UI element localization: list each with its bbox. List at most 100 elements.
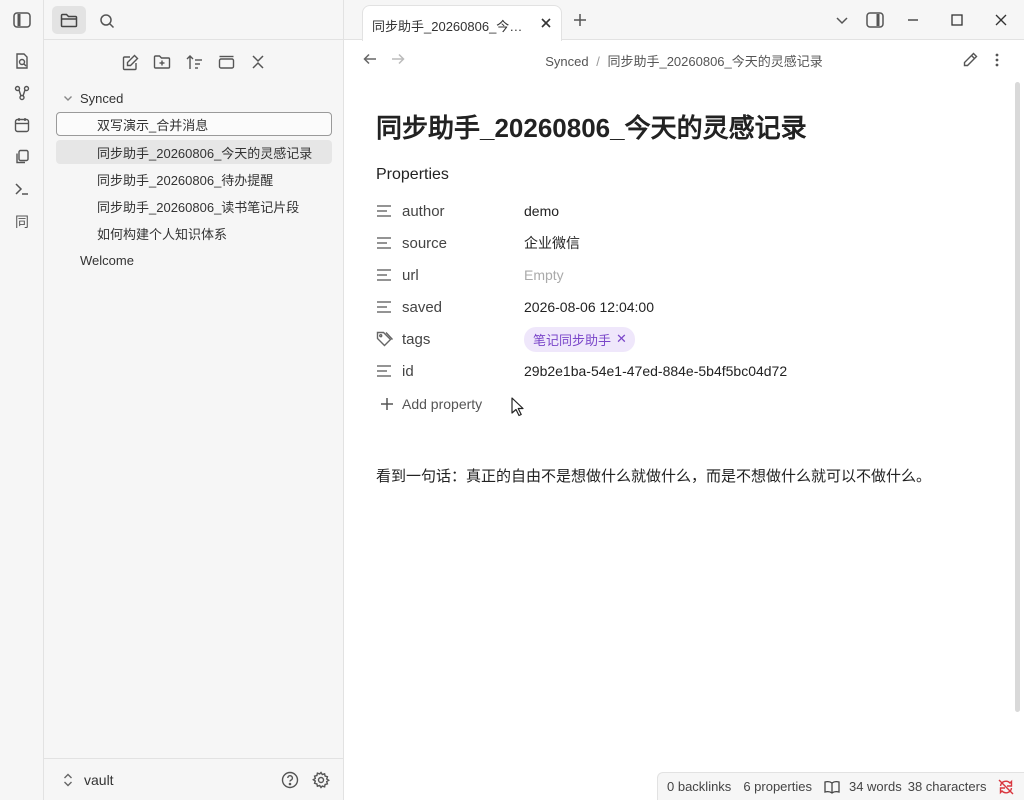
plus-icon xyxy=(381,398,393,410)
pencil-icon xyxy=(963,52,978,67)
add-property-label: Add property xyxy=(402,396,483,412)
property-key[interactable]: saved xyxy=(402,299,524,316)
remove-tag-icon[interactable]: ✕ xyxy=(616,331,627,347)
file-item[interactable]: 同步助手_20260806_待办提醒 xyxy=(56,167,332,191)
property-row-url[interactable]: url Empty xyxy=(376,259,996,291)
file-label: Welcome xyxy=(80,252,134,268)
property-row-source[interactable]: source 企业微信 xyxy=(376,227,996,259)
new-tab-button[interactable] xyxy=(571,11,589,29)
property-value[interactable]: demo xyxy=(524,203,559,219)
terminal-icon[interactable] xyxy=(12,179,32,199)
vault-switcher[interactable] xyxy=(60,771,76,789)
edit-icon xyxy=(122,54,138,70)
property-key[interactable]: id xyxy=(402,363,524,380)
more-options-button[interactable] xyxy=(990,50,1004,70)
property-row-saved[interactable]: saved 2026-08-06 12:04:00 xyxy=(376,291,996,323)
auto-reveal-button[interactable] xyxy=(215,51,237,73)
sync-plugin-icon[interactable]: 同 xyxy=(12,212,32,232)
sync-status-icon[interactable] xyxy=(998,779,1014,795)
backlinks-count[interactable]: 0 backlinks xyxy=(667,779,731,794)
more-vertical-icon xyxy=(995,53,999,67)
property-value[interactable]: 2026-08-06 12:04:00 xyxy=(524,299,654,315)
text-lines-icon xyxy=(376,204,402,218)
word-count[interactable]: 34 words xyxy=(849,779,902,794)
close-tab-button[interactable] xyxy=(538,15,554,31)
property-row-id[interactable]: id 29b2e1ba-54e1-47ed-884e-5b4f5bc04d72 xyxy=(376,355,996,387)
left-ribbon: 同 xyxy=(0,0,44,800)
sort-button[interactable] xyxy=(183,51,205,73)
search-tab-button[interactable] xyxy=(96,10,118,32)
property-value[interactable]: 29b2e1ba-54e1-47ed-884e-5b4f5bc04d72 xyxy=(524,363,787,379)
calendar-icon[interactable] xyxy=(12,115,32,135)
folder-synced[interactable]: Synced xyxy=(62,86,123,110)
layout-icon xyxy=(218,55,234,69)
text-lines-icon xyxy=(376,300,402,314)
text-lines-icon xyxy=(376,268,402,282)
vault-name[interactable]: vault xyxy=(84,772,114,788)
property-key[interactable]: url xyxy=(402,267,524,284)
note-body[interactable]: 看到一句话：真正的自由不是想做什么就做什么，而是不想做什么就可以不做什么。 xyxy=(376,465,931,486)
view-header: Synced / 同步助手_20260806_今天的灵感记录 xyxy=(344,40,1024,78)
tab-active-note[interactable]: 同步助手_20260806_今天的灵感记录 xyxy=(362,5,562,41)
settings-button[interactable] xyxy=(311,770,331,790)
help-button[interactable] xyxy=(280,770,300,790)
property-row-tags[interactable]: tags 笔记同步助手 ✕ xyxy=(376,323,996,355)
file-label: 如何构建个人知识体系 xyxy=(97,226,228,242)
folder-icon xyxy=(60,13,78,27)
file-item-welcome[interactable]: Welcome xyxy=(80,248,134,272)
new-note-button[interactable] xyxy=(119,51,141,73)
files-tab-button[interactable] xyxy=(52,6,86,34)
file-label: 双写演示_合并消息 xyxy=(97,117,209,133)
tab-list-button[interactable] xyxy=(833,11,851,29)
properties-heading[interactable]: Properties xyxy=(376,166,449,184)
chevron-up-down-icon xyxy=(64,773,72,787)
close-icon xyxy=(995,14,1007,26)
collapse-all-button[interactable] xyxy=(247,51,269,73)
breadcrumb-separator: / xyxy=(596,54,600,69)
breadcrumb-folder[interactable]: Synced xyxy=(545,54,588,69)
property-value[interactable]: 企业微信 xyxy=(524,233,580,253)
close-icon xyxy=(541,18,551,28)
property-key[interactable]: source xyxy=(402,235,524,252)
character-count[interactable]: 38 characters xyxy=(908,779,987,794)
file-label: 同步助手_20260806_今天的灵感记录 xyxy=(97,145,313,161)
file-item[interactable]: 双写演示_合并消息 xyxy=(56,112,332,136)
sidebar-right-icon xyxy=(866,12,884,28)
collapse-icon xyxy=(252,55,264,69)
sync-plugin-label: 同 xyxy=(15,214,29,230)
quick-switcher-icon[interactable] xyxy=(12,51,32,71)
property-key[interactable]: tags xyxy=(402,331,524,348)
maximize-icon xyxy=(951,14,963,26)
maximize-button[interactable] xyxy=(948,11,966,29)
folder-plus-icon xyxy=(153,55,171,69)
tab-title: 同步助手_20260806_今天的灵感记录 xyxy=(372,19,534,34)
properties-count[interactable]: 6 properties xyxy=(743,779,812,794)
window-close-button[interactable] xyxy=(992,11,1010,29)
text-lines-icon xyxy=(376,236,402,250)
file-item[interactable]: 同步助手_20260806_今天的灵感记录 xyxy=(56,140,332,164)
note-title[interactable]: 同步助手_20260806_今天的灵感记录 xyxy=(376,108,807,145)
tag-pill[interactable]: 笔记同步助手 ✕ xyxy=(524,326,635,352)
right-sidebar-toggle[interactable] xyxy=(865,10,885,30)
new-folder-button[interactable] xyxy=(151,51,173,73)
file-label: 同步助手_20260806_待办提醒 xyxy=(97,172,274,188)
minimize-icon xyxy=(908,19,918,21)
property-value-empty[interactable]: Empty xyxy=(524,267,564,283)
templates-icon[interactable] xyxy=(12,147,32,167)
text-lines-icon xyxy=(376,364,402,378)
property-row-author[interactable]: author demo xyxy=(376,195,996,227)
reading-icon[interactable] xyxy=(824,780,840,794)
minimize-button[interactable] xyxy=(904,11,922,29)
property-value: 笔记同步助手 ✕ xyxy=(524,326,635,352)
sidebar-toggle-icon[interactable] xyxy=(12,10,32,30)
property-key[interactable]: author xyxy=(402,203,524,220)
sort-icon xyxy=(186,54,202,69)
edit-mode-button[interactable] xyxy=(960,50,980,70)
graph-view-icon[interactable] xyxy=(12,83,32,103)
add-property-button[interactable]: Add property xyxy=(376,396,482,412)
file-item[interactable]: 同步助手_20260806_读书笔记片段 xyxy=(56,194,332,218)
file-label: 同步助手_20260806_读书笔记片段 xyxy=(97,199,300,215)
scrollbar[interactable] xyxy=(1015,82,1020,712)
breadcrumb-file[interactable]: 同步助手_20260806_今天的灵感记录 xyxy=(607,54,822,69)
file-item[interactable]: 如何构建个人知识体系 xyxy=(56,221,332,245)
